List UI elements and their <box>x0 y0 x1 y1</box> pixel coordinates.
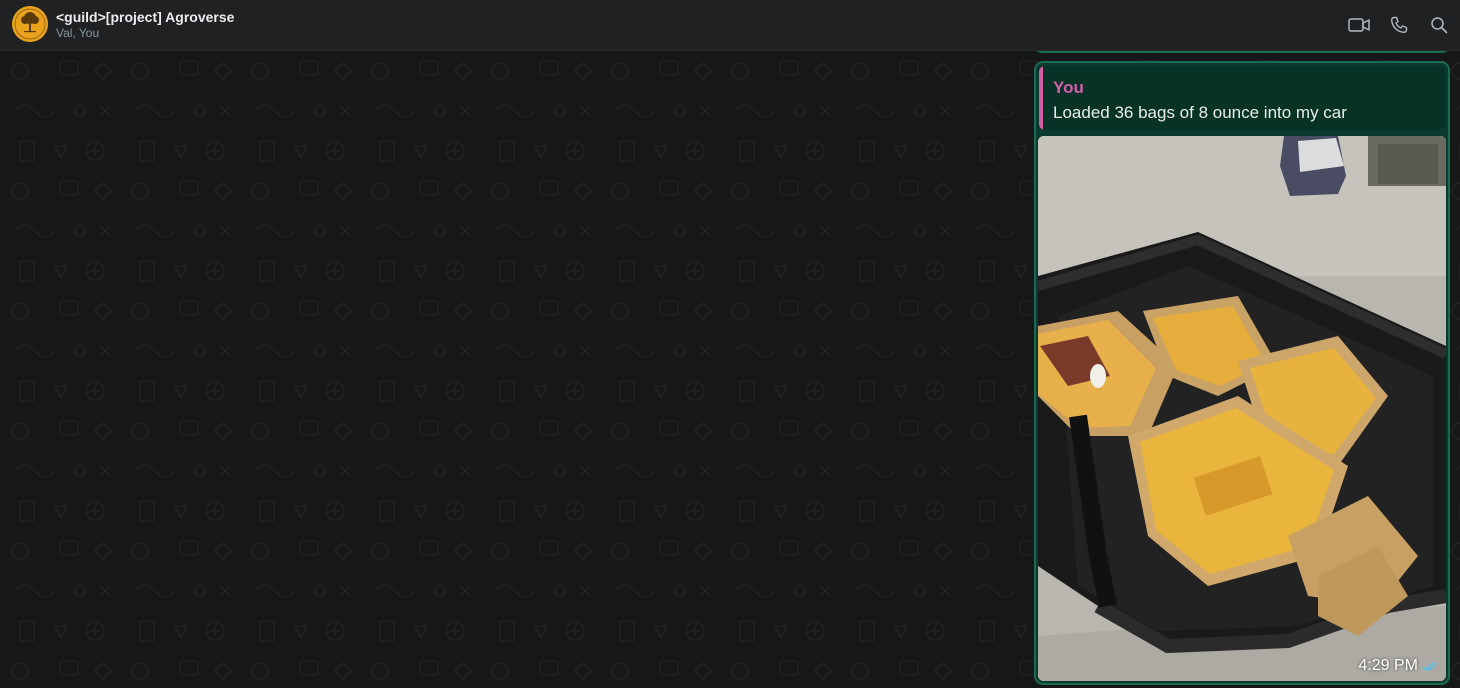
previous-message-image[interactable] <box>1034 51 1450 53</box>
message-photo[interactable]: 4:29 PM <box>1038 136 1446 681</box>
group-avatar[interactable] <box>12 6 48 42</box>
voice-call-icon <box>1390 16 1408 34</box>
video-call-icon <box>1348 18 1370 32</box>
message-meta: 4:29 PM <box>1358 657 1438 675</box>
quoted-reply[interactable]: You Loaded 36 bags of 8 ounce into my ca… <box>1039 66 1445 130</box>
double-check-icon <box>1422 661 1437 671</box>
quote-accent-bar <box>1039 66 1043 130</box>
message-list[interactable]: You Loaded 36 bags of 8 ounce into my ca… <box>0 51 1460 688</box>
header-actions <box>1348 14 1450 36</box>
tree-logo-icon <box>12 6 48 42</box>
message-time: 4:29 PM <box>1358 657 1418 674</box>
quote-author: You <box>1053 78 1084 97</box>
search-button[interactable] <box>1428 14 1450 36</box>
quote-text: Loaded 36 bags of 8 ounce into my car <box>1053 103 1347 122</box>
video-call-button[interactable] <box>1348 14 1370 36</box>
chat-window: <guild>[project] Agroverse Val, You You … <box>0 0 1460 688</box>
search-icon <box>1431 17 1448 34</box>
voice-call-button[interactable] <box>1388 14 1410 36</box>
chat-participants[interactable]: Val, You <box>56 26 99 40</box>
chat-header: <guild>[project] Agroverse Val, You <box>0 0 1460 51</box>
photo-bin-with-bags <box>1038 136 1446 681</box>
outgoing-message[interactable]: You Loaded 36 bags of 8 ounce into my ca… <box>1034 61 1450 685</box>
chat-title[interactable]: <guild>[project] Agroverse <box>56 9 234 25</box>
